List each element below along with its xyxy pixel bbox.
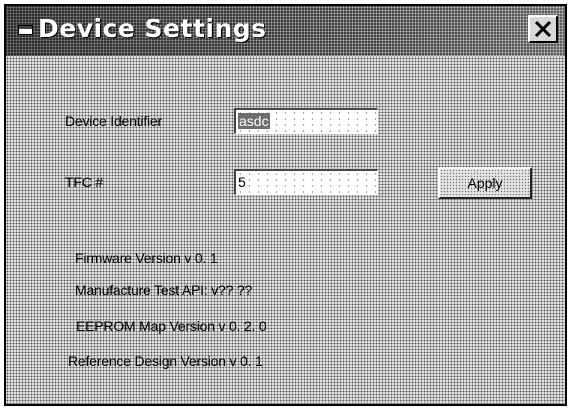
window-title: Device Settings [38, 14, 267, 43]
close-button[interactable] [528, 15, 558, 43]
close-icon [534, 21, 552, 37]
device-settings-window: Device Settings Device Identifier asdc T… [4, 4, 567, 406]
eeprom-map-version-text: EEPROM Map Version v 0. 2. 0 [76, 318, 267, 334]
tfc-value: 5 [238, 174, 246, 190]
firmware-version-text: Firmware Version v 0. 1 [75, 250, 218, 266]
tfc-input[interactable]: 5 [234, 169, 378, 195]
manufacture-test-api-text: Manufacture Test API: v?? ?? [75, 282, 253, 298]
device-identifier-value: asdc [238, 113, 270, 129]
title-bar[interactable]: Device Settings [6, 6, 565, 56]
apply-button[interactable]: Apply [438, 167, 532, 199]
tfc-label: TFC # [65, 174, 103, 190]
window-icon [18, 25, 33, 35]
device-identifier-label: Device Identifier [65, 113, 162, 129]
device-identifier-input[interactable]: asdc [234, 108, 378, 134]
reference-design-version-text: Reference Design Version v 0. 1 [68, 353, 263, 369]
